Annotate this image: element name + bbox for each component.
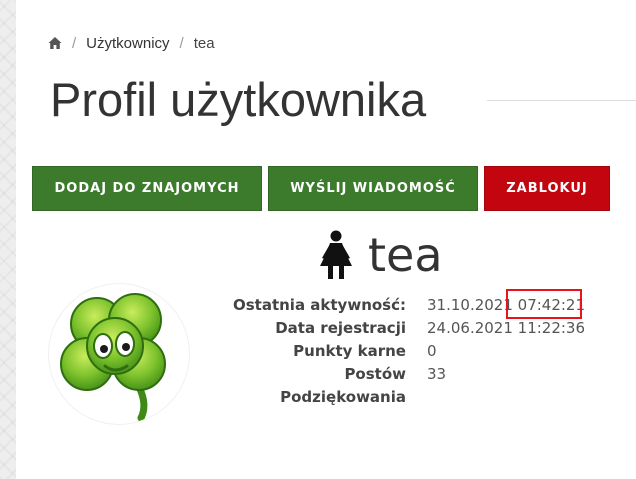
avatar xyxy=(49,284,189,424)
info-value: 31.10.2021 07:42:21 xyxy=(427,296,586,314)
add-friend-button[interactable]: DODAJ DO ZNAJOMYCH xyxy=(32,166,262,211)
breadcrumb-separator: / xyxy=(179,34,184,52)
info-row-penalty-points: Punkty karne 0 xyxy=(200,340,620,362)
send-message-button[interactable]: WYŚLIJ WIADOMOŚĆ xyxy=(268,166,478,211)
block-user-button[interactable]: ZABLOKUJ xyxy=(484,166,610,211)
info-value: 24.06.2021 11:22:36 xyxy=(427,319,586,337)
breadcrumb-separator: / xyxy=(72,34,77,52)
info-row-posts: Postów 33 xyxy=(200,363,620,385)
info-row-last-activity: Ostatnia aktywność: 31.10.2021 07:42:21 xyxy=(200,294,620,316)
info-row-registration-date: Data rejestracji 24.06.2021 11:22:36 xyxy=(200,317,620,339)
info-label: Podziękowania xyxy=(280,388,406,406)
info-label: Data rejestracji xyxy=(275,319,406,337)
home-icon[interactable] xyxy=(48,36,62,50)
female-icon xyxy=(318,230,354,280)
breadcrumb-current: tea xyxy=(193,34,215,52)
info-label: Postów xyxy=(344,365,406,383)
info-row-thanks: Podziękowania xyxy=(200,386,620,408)
page-title: Profil użytkownika xyxy=(50,73,427,126)
info-label: Ostatnia aktywność: xyxy=(232,296,406,314)
username: tea xyxy=(368,228,443,282)
breadcrumb: / Użytkownicy / tea xyxy=(48,33,215,53)
user-heading: tea xyxy=(318,227,443,283)
title-divider xyxy=(487,100,636,101)
info-label: Punkty karne xyxy=(293,342,406,360)
info-value: 0 xyxy=(427,342,437,360)
breadcrumb-users-link[interactable]: Użytkownicy xyxy=(86,35,169,52)
info-value: 33 xyxy=(427,365,447,383)
four-leaf-clover-avatar xyxy=(60,293,166,422)
